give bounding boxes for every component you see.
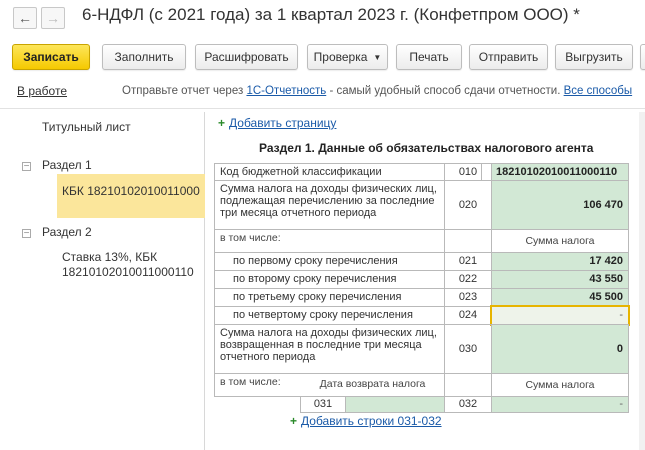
tree-item-section2-rate[interactable]: Ставка 13%, КБК <box>62 250 157 264</box>
print-button[interactable]: Печать <box>396 44 462 70</box>
row032-code: 032 <box>444 396 492 413</box>
status-message: Отправьте отчет через 1С-Отчетность - са… <box>122 85 632 97</box>
add-page-label: Добавить страницу <box>229 116 337 130</box>
row022-code: 022 <box>444 270 492 289</box>
add-rows-link[interactable]: + Добавить строки 031-032 <box>290 414 442 428</box>
row030-label-line2: возвращенная в последние три месяца <box>220 339 422 351</box>
row020-label: Сумма налога на доходы физических лиц, п… <box>214 180 445 230</box>
tax-sum-header: Сумма налога <box>491 229 629 253</box>
kbk-code: 010 <box>444 163 492 181</box>
tree-item-section2-kbk[interactable]: 18210102010011000110 <box>62 265 194 279</box>
row021-code: 021 <box>444 252 492 271</box>
row023-code: 023 <box>444 288 492 307</box>
row030-code: 030 <box>444 324 492 374</box>
row030-label-line3: отчетного периода <box>220 351 316 363</box>
divider <box>0 108 645 109</box>
chevron-down-icon: ▼ <box>373 52 382 62</box>
section-title: Раздел 1. Данные об обязательствах налог… <box>259 141 594 155</box>
row024-code: 024 <box>444 306 492 325</box>
all-methods-link[interactable]: Все способы <box>564 85 633 97</box>
forward-arrow-icon[interactable]: → <box>41 7 65 29</box>
row030-value-field[interactable]: 0 <box>491 324 629 374</box>
add-rows-label: Добавить строки 031-032 <box>301 414 442 428</box>
save-button[interactable]: Записать <box>12 44 90 70</box>
status-message-prefix: Отправьте отчет через <box>122 85 244 97</box>
row021-value-field[interactable]: 17 420 <box>491 252 629 271</box>
sections-tree: Титульный лист − Раздел 1 КБК 1821010201… <box>10 112 205 450</box>
fill-button[interactable]: Заполнить <box>102 44 186 70</box>
tax-sum-header-2: Сумма налога <box>491 373 629 397</box>
1c-reporting-link[interactable]: 1С-Отчетность <box>246 85 326 97</box>
tree-item-section1[interactable]: Раздел 1 <box>42 158 92 172</box>
plus-icon: + <box>290 414 298 428</box>
row030-label: Сумма налога на доходы физических лиц, в… <box>214 324 445 374</box>
row031-date-field[interactable] <box>345 396 445 413</box>
check-dropdown-button[interactable]: Проверка ▼ <box>307 44 388 70</box>
tree-item-section1-kbk[interactable]: КБК 18210102010011000 <box>62 184 200 198</box>
row024-label: по четвертому сроку перечисления <box>214 306 445 325</box>
status-row: В работе Отправьте отчет через 1С-Отчетн… <box>0 84 645 102</box>
including2-code-cell <box>444 373 492 397</box>
row024-value-field[interactable]: - <box>490 305 630 326</box>
tree-item-title-page[interactable]: Титульный лист <box>42 120 131 134</box>
toolbar: Записать Заполнить Расшифровать Проверка… <box>0 44 645 72</box>
row020-value-field[interactable]: 106 470 <box>491 180 629 230</box>
return-date-header: Дата возврата налога <box>319 378 426 390</box>
send-button[interactable]: Отправить <box>469 44 548 70</box>
row020-code: 020 <box>444 180 492 230</box>
collapse-icon[interactable]: − <box>22 229 31 239</box>
row022-label: по второму сроку перечисления <box>214 270 445 289</box>
row023-label: по третьему сроку перечисления <box>214 288 445 307</box>
row020-label-line2: подлежащая перечислению за последние <box>220 195 435 207</box>
row021-label: по первому сроку перечисления <box>214 252 445 271</box>
row030-label-line1: Сумма налога на доходы физических лиц, <box>220 327 437 339</box>
row022-value-field[interactable]: 43 550 <box>491 270 629 289</box>
row020-label-line3: три месяца отчетного периода <box>220 207 377 219</box>
window-title: 6-НДФЛ (с 2021 года) за 1 квартал 2023 г… <box>82 5 580 24</box>
status-link[interactable]: В работе <box>17 84 67 98</box>
including-code-cell <box>444 229 492 253</box>
status-message-suffix: - самый удобный способ сдачи отчетности. <box>329 85 561 97</box>
vertical-scrollbar[interactable] <box>639 112 645 450</box>
add-page-link[interactable]: + Добавить страницу <box>218 116 336 130</box>
tree-item-section2[interactable]: Раздел 2 <box>42 225 92 239</box>
back-arrow-icon[interactable]: ← <box>13 7 37 29</box>
collapse-icon[interactable]: − <box>22 162 31 172</box>
title-bar: ← → 6-НДФЛ (с 2021 года) за 1 квартал 20… <box>0 0 645 34</box>
row020-label-line1: Сумма налога на доходы физических лиц, <box>220 183 437 195</box>
kbk-value-field[interactable]: 18210102010011000110 <box>491 163 629 181</box>
check-button-label: Проверка <box>313 50 368 64</box>
decode-button[interactable]: Расшифровать <box>195 44 298 70</box>
kbk-label: Код бюджетной классификации <box>214 163 482 181</box>
more-button[interactable] <box>640 44 645 70</box>
row031-code: 031 <box>300 396 346 413</box>
upload-button[interactable]: Выгрузить <box>555 44 633 70</box>
plus-icon: + <box>218 116 226 130</box>
including-label: в том числе: <box>214 229 445 253</box>
row032-value-field[interactable]: - <box>491 396 629 413</box>
